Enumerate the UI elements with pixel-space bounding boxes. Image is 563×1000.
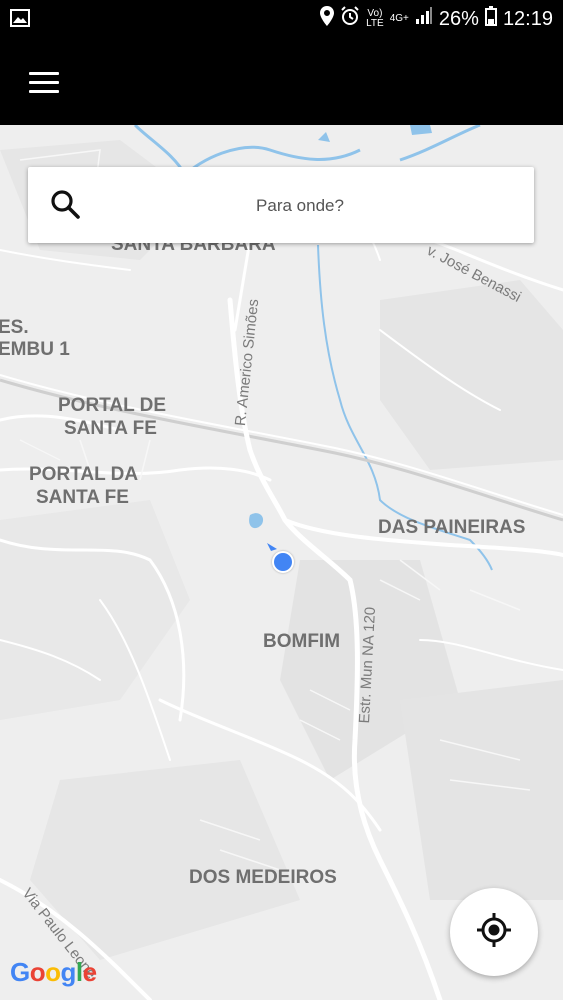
- location-icon: [320, 6, 335, 32]
- google-logo: Google: [10, 957, 97, 987]
- label-portal-da-line2: SANTA FE: [36, 487, 129, 508]
- clock: 12:19: [502, 7, 553, 30]
- my-location-icon: [476, 912, 512, 953]
- label-portal-de-line1: PORTAL DE: [58, 395, 167, 416]
- label-portal-de-line2: SANTA FE: [64, 418, 157, 439]
- search-icon: [50, 189, 82, 221]
- label-es-bottom: EMBU 1: [0, 339, 70, 360]
- my-location-button[interactable]: [450, 888, 538, 976]
- label-portal-da-line1: PORTAL DA: [29, 464, 139, 485]
- label-bomfim: BOMFIM: [263, 631, 341, 652]
- signal-icon: [415, 7, 433, 31]
- battery-percent: 26%: [438, 7, 479, 30]
- destination-input[interactable]: [98, 167, 502, 245]
- network-type: 4G+: [389, 13, 409, 24]
- label-es-top: ES.: [0, 317, 29, 338]
- volte-icon: Vo) LTE: [366, 9, 384, 29]
- destination-search-box[interactable]: [28, 167, 534, 245]
- hamburger-menu-icon[interactable]: [22, 60, 66, 104]
- app-bar: [0, 38, 563, 125]
- status-bar: Vo) LTE 4G+ 26% 12:19: [0, 0, 563, 38]
- battery-icon: [484, 6, 497, 32]
- alarm-icon: [340, 6, 360, 32]
- label-das-paineiras: DAS PAINEIRAS: [378, 517, 526, 538]
- label-dos-medeiros: DOS MEDEIROS: [189, 867, 337, 888]
- gallery-notification-icon: [10, 9, 30, 32]
- current-location-dot: [272, 551, 294, 573]
- volte-bottom-text: LTE: [366, 18, 384, 29]
